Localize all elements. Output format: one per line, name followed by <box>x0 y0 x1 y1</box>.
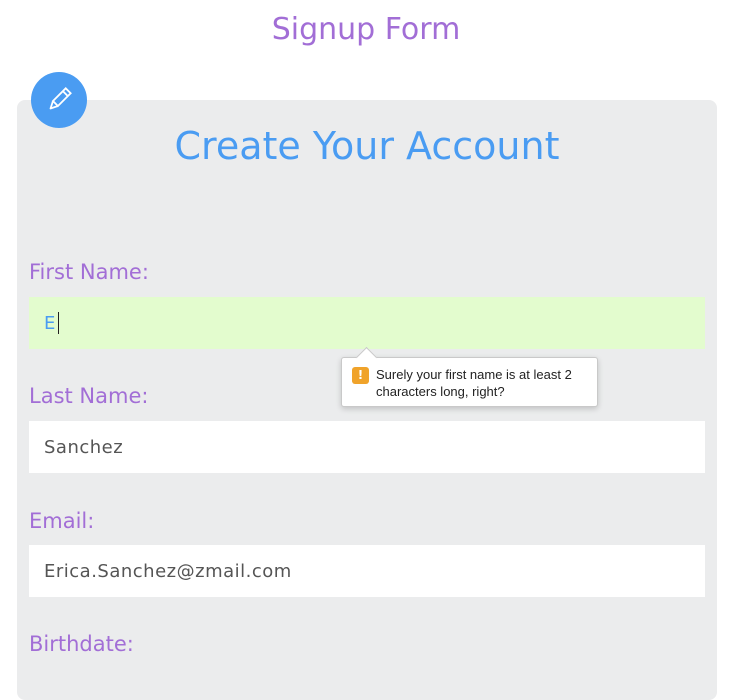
text-caret <box>57 312 59 334</box>
validation-tooltip: ! Surely your first name is at least 2 c… <box>341 346 598 407</box>
email-input[interactable]: Erica.Sanchez@zmail.com <box>29 545 705 597</box>
last-name-value: Sanchez <box>44 436 124 458</box>
first-name-input[interactable]: E <box>29 297 705 349</box>
email-label: Email: <box>29 509 95 533</box>
last-name-label: Last Name: <box>29 384 149 408</box>
page-title: Signup Form <box>271 12 461 47</box>
birthdate-label: Birthdate: <box>29 632 134 656</box>
last-name-input[interactable]: Sanchez <box>29 421 705 473</box>
card-title: Create Your Account <box>174 124 560 168</box>
tooltip-message: Surely your first name is at least 2 cha… <box>376 367 572 399</box>
warning-icon: ! <box>352 367 369 384</box>
first-name-value: E <box>44 312 56 334</box>
email-value: Erica.Sanchez@zmail.com <box>44 560 292 582</box>
pencil-icon <box>49 87 72 110</box>
first-name-label: First Name: <box>29 260 149 284</box>
